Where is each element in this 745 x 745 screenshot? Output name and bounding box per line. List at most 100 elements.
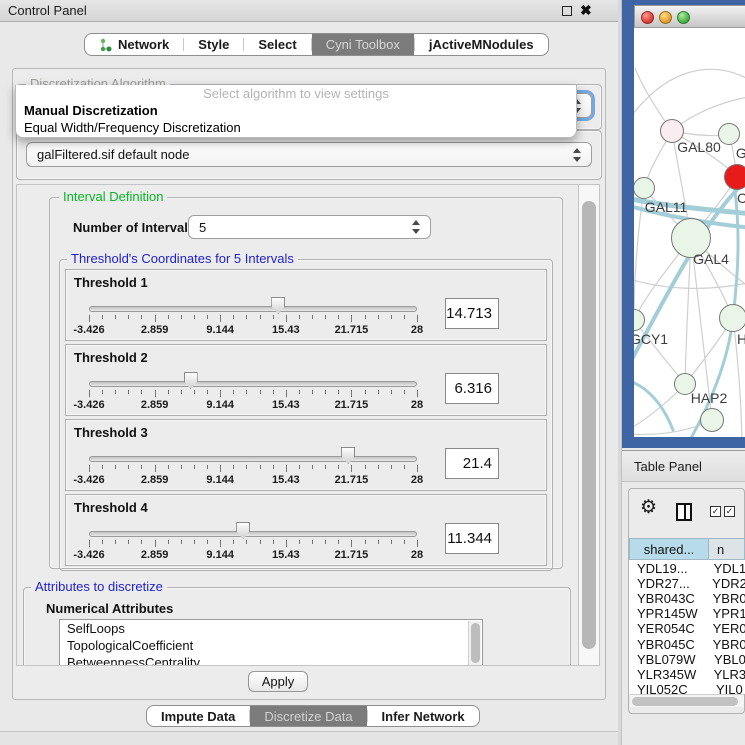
table-data-combobox[interactable]: galFiltered.sif default node: [26, 142, 592, 167]
node-table[interactable]: YDL19...YDL1YDR27...YDR2YBR043CYBR0YPR14…: [629, 560, 745, 694]
mac-minimize-button[interactable]: [659, 11, 672, 24]
table-horizontal-scrollbar[interactable]: [630, 694, 744, 707]
threshold-value-field[interactable]: 11.344: [445, 523, 499, 554]
num-intervals-value: 5: [199, 220, 206, 235]
cell-shared-name: YER054C: [629, 621, 706, 636]
threshold-row-2: Threshold 2 -3.4262.8599.14415.4321.7152…: [65, 344, 547, 416]
threshold-row-4: Threshold 4 -3.4262.8599.14415.4321.7152…: [65, 494, 547, 566]
slider-ruler: [89, 315, 419, 323]
tab-discretize-data[interactable]: Discretize Data: [250, 706, 366, 726]
node-label: GAL4: [693, 251, 729, 267]
threshold-value-field[interactable]: 21.4: [445, 448, 499, 479]
cell-name: YDL1: [707, 561, 745, 576]
table-scrollbar-thumb[interactable]: [632, 697, 738, 706]
node-label: GA: [736, 145, 745, 161]
spinner-arrows-icon: [412, 220, 421, 234]
control-panel-tabbar: NetworkStyleSelectCyni ToolboxjActiveMNo…: [84, 33, 549, 56]
table-row[interactable]: YPR145WYPR1: [629, 606, 745, 621]
threshold-row-3: Threshold 3 -3.4262.8599.14415.4321.7152…: [65, 419, 547, 491]
cell-shared-name: YLR345W: [629, 667, 707, 682]
cell-shared-name: YDL19...: [629, 561, 707, 576]
slider-tick-labels: -3.4262.8599.14415.4321.71528: [89, 549, 419, 561]
cell-name: YLR3: [707, 667, 745, 682]
network-canvas[interactable]: GAL80GACGAL11GAL4GCY1HHAP2: [634, 28, 745, 437]
num-intervals-spinner[interactable]: 5: [188, 215, 431, 239]
table-row[interactable]: YBR043CYBR0: [629, 591, 745, 606]
main-scrollbar-thumb[interactable]: [582, 201, 596, 649]
table-row[interactable]: YDR27...YDR2: [629, 576, 745, 591]
select-all-checkbox-icon[interactable]: ✓: [710, 506, 721, 517]
node-label: HAP2: [691, 390, 728, 406]
float-window-icon[interactable]: [562, 6, 572, 16]
network-node-gal11[interactable]: [634, 177, 655, 199]
combo-arrows-icon: [573, 148, 582, 162]
attribute-item[interactable]: SelfLoops: [60, 620, 482, 637]
mac-close-button[interactable]: [641, 11, 654, 24]
network-node-h[interactable]: [719, 304, 745, 332]
slider-tick-labels: -3.4262.8599.14415.4321.71528: [89, 324, 419, 336]
column-header-shared-name[interactable]: shared...: [629, 538, 709, 560]
slider-track[interactable]: [89, 381, 417, 387]
slider-ruler: [89, 465, 419, 473]
column-header-name[interactable]: n: [709, 538, 745, 560]
screen: Control Panel ✖ NetworkStyleSelectCyni T…: [0, 0, 745, 745]
control-panel-title: Control Panel: [8, 3, 87, 18]
slider-track[interactable]: [89, 306, 417, 312]
popup-placeholder-item: Select algorithm to view settings: [16, 85, 576, 102]
table-row[interactable]: YER054CYER0: [629, 621, 745, 636]
cell-shared-name: YDR27...: [629, 576, 705, 591]
network-node-c[interactable]: [724, 164, 745, 190]
table-row[interactable]: YBR045CYBR0: [629, 637, 745, 652]
tab-jactivemnodules[interactable]: jActiveMNodules: [415, 34, 548, 55]
bottom-tabbar: Impute DataDiscretize DataInfer Network: [146, 705, 480, 727]
list-scrollbar-thumb[interactable]: [471, 623, 480, 663]
threshold-label: Threshold 4: [74, 500, 148, 515]
slider-track[interactable]: [89, 456, 417, 462]
columns-icon[interactable]: [676, 503, 692, 521]
dialog-bottom-edge: [0, 731, 618, 745]
node-label: GAL11: [645, 199, 688, 215]
node-label: C: [737, 190, 745, 206]
slider-tick-labels: -3.4262.8599.14415.4321.71528: [89, 399, 419, 411]
interval-definition-title: Interval Definition: [59, 189, 167, 204]
popup-option-manual[interactable]: Manual Discretization: [16, 102, 576, 119]
slider-track[interactable]: [89, 531, 417, 537]
close-icon[interactable]: ✖: [580, 2, 592, 19]
tab-select[interactable]: Select: [244, 34, 310, 55]
mac-zoom-button[interactable]: [677, 11, 690, 24]
slider-tick-labels: -3.4262.8599.14415.4321.71528: [89, 474, 419, 486]
network-node-ga[interactable]: [718, 123, 740, 145]
attribute-item[interactable]: TopologicalCoefficient: [60, 637, 482, 654]
gear-icon[interactable]: ⚙: [640, 498, 657, 518]
table-row[interactable]: YDL19...YDL1: [629, 561, 745, 576]
table-row[interactable]: YLR345WYLR3: [629, 667, 745, 682]
tab-network[interactable]: Network: [85, 34, 183, 55]
network-node[interactable]: [700, 408, 724, 432]
table-row[interactable]: YBL079WYBL0: [629, 652, 745, 667]
list-scrollbar[interactable]: [468, 621, 481, 666]
attribute-item[interactable]: BetweennessCentrality: [60, 654, 482, 666]
threshold-value-field[interactable]: 6.316: [445, 373, 499, 404]
tab-infer-network[interactable]: Infer Network: [368, 706, 479, 726]
select-none-checkbox-icon[interactable]: ✓: [724, 506, 735, 517]
cell-name: YBR0: [706, 591, 745, 606]
network-window-titlebar[interactable]: [634, 5, 745, 28]
cell-name: YDR2: [705, 576, 745, 591]
attributes-group-title: Attributes to discretize: [31, 579, 167, 594]
cell-shared-name: YBR045C: [629, 637, 706, 652]
tab-cyni-toolbox[interactable]: Cyni Toolbox: [312, 34, 414, 55]
cell-name: YER0: [706, 621, 745, 636]
numerical-attributes-list[interactable]: SelfLoopsTopologicalCoefficientBetweenne…: [59, 619, 483, 666]
popup-option-equal-width[interactable]: Equal Width/Frequency Discretization: [16, 119, 576, 136]
tab-impute-data[interactable]: Impute Data: [147, 706, 249, 726]
apply-button[interactable]: Apply: [248, 671, 308, 692]
cell-name: YIL0: [709, 682, 743, 694]
table-row[interactable]: YIL052CYIL0: [629, 682, 745, 694]
threshold-label: Threshold 2: [74, 350, 148, 365]
main-vertical-scrollbar[interactable]: [578, 184, 600, 666]
network-icon: [99, 38, 112, 52]
threshold-value-field[interactable]: 14.713: [445, 298, 499, 329]
tab-style[interactable]: Style: [184, 34, 243, 55]
cell-name: YBR0: [706, 637, 745, 652]
settings-scroll-area: Interval Definition Number of Intervals …: [16, 184, 578, 666]
